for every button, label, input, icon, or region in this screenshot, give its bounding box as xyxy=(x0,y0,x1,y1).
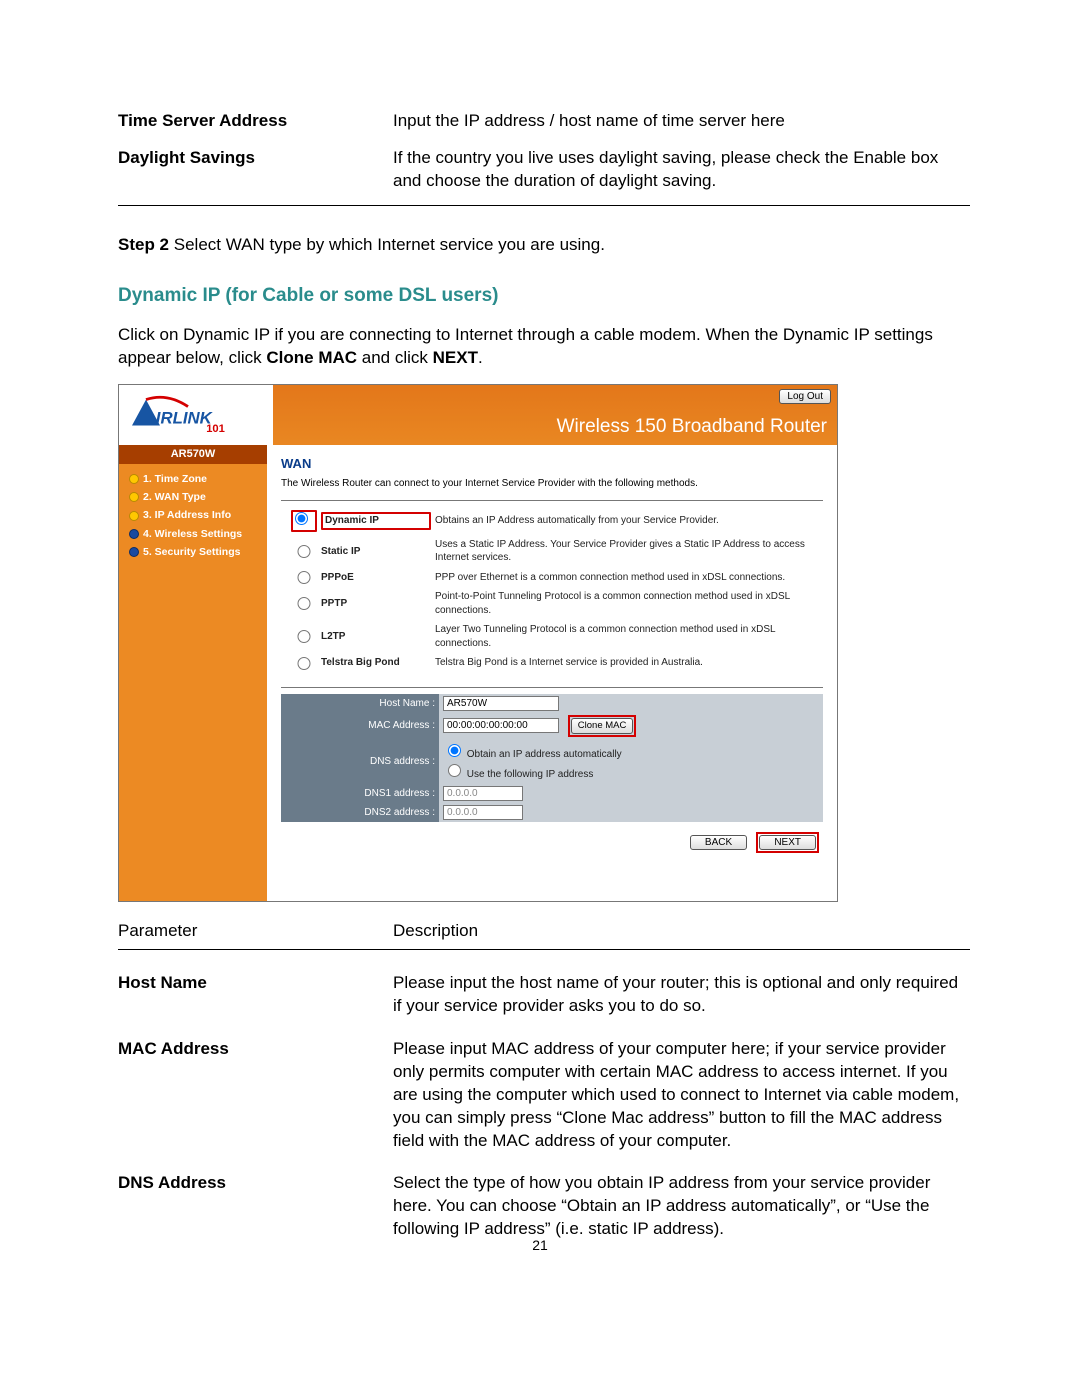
nav-security-settings[interactable]: 5. Security Settings xyxy=(129,543,267,561)
radio-l2tp[interactable] xyxy=(291,630,317,643)
wan-option-desc: Obtains an IP Address automatically from… xyxy=(435,514,813,528)
dns1-label: DNS1 address : xyxy=(281,784,439,803)
status-dot-done-icon xyxy=(129,474,139,484)
svg-text:101: 101 xyxy=(206,423,225,435)
dns-manual-label: Use the following IP address xyxy=(467,769,594,780)
nav-ip-address-info[interactable]: 3. IP Address Info xyxy=(129,506,267,524)
wan-option-desc: PPP over Ethernet is a common connection… xyxy=(435,571,813,585)
router-model: AR570W xyxy=(119,445,267,464)
param-desc-daylight: If the country you live uses daylight sa… xyxy=(393,147,970,193)
desc-divider xyxy=(118,949,970,950)
dyn-para-end: . xyxy=(478,348,483,367)
wan-option-name: Static IP xyxy=(321,545,431,559)
param-desc-time-server: Input the IP address / host name of time… xyxy=(393,110,970,133)
wan-option-name: L2TP xyxy=(321,630,431,644)
wan-option-name: PPTP xyxy=(321,597,431,611)
radio-dns-auto[interactable] xyxy=(448,744,461,757)
wan-option-l2tp[interactable]: L2TP Layer Two Tunneling Protocol is a c… xyxy=(291,620,813,653)
wan-option-desc: Layer Two Tunneling Protocol is a common… xyxy=(435,623,813,650)
dynamic-ip-paragraph: Click on Dynamic IP if you are connectin… xyxy=(118,324,970,370)
clone-mac-button[interactable]: Clone MAC xyxy=(571,718,634,734)
next-button[interactable]: NEXT xyxy=(759,835,816,850)
param-label-time-server: Time Server Address xyxy=(118,110,393,133)
mac-address-input[interactable] xyxy=(443,718,559,733)
param-desc-mac-address: Please input MAC address of your compute… xyxy=(393,1038,970,1153)
wan-option-desc: Uses a Static IP Address. Your Service P… xyxy=(435,538,813,565)
mac-address-label: MAC Address : xyxy=(281,713,439,739)
param-label-mac-address: MAC Address xyxy=(118,1038,393,1153)
nav-label: 5. Security Settings xyxy=(143,545,240,559)
param-label-daylight: Daylight Savings xyxy=(118,147,393,193)
radio-pptp[interactable] xyxy=(291,597,317,610)
config-table: Host Name : MAC Address : Clone MAC xyxy=(281,694,823,822)
router-banner-title: Wireless 150 Broadband Router xyxy=(557,414,827,440)
dyn-para-mid: and click xyxy=(357,348,433,367)
wan-option-desc: Point-to-Point Tunneling Protocol is a c… xyxy=(435,590,813,617)
step-2-instruction: Step 2 Select WAN type by which Internet… xyxy=(118,234,970,257)
column-header-parameter: Parameter xyxy=(118,920,393,943)
wan-divider xyxy=(281,687,823,688)
dns2-input[interactable] xyxy=(443,805,523,820)
nav-label: 1. Time Zone xyxy=(143,472,207,486)
dns2-label: DNS2 address : xyxy=(281,803,439,822)
status-dot-todo-icon xyxy=(129,529,139,539)
dyn-para-pre: Click on Dynamic IP if you are connectin… xyxy=(118,325,933,367)
wan-option-dynamic-ip[interactable]: Dynamic IP Obtains an IP Address automat… xyxy=(291,507,813,535)
dyn-para-next: NEXT xyxy=(433,348,478,367)
wan-option-pptp[interactable]: PPTP Point-to-Point Tunneling Protocol i… xyxy=(291,587,813,620)
back-button[interactable]: BACK xyxy=(690,835,747,850)
dynamic-ip-heading: Dynamic IP (for Cable or some DSL users) xyxy=(118,283,970,309)
nav-time-zone[interactable]: 1. Time Zone xyxy=(129,470,267,488)
param-desc-dns-address: Select the type of how you obtain IP add… xyxy=(393,1172,970,1241)
column-header-description: Description xyxy=(393,920,970,943)
svg-text:IRLINK: IRLINK xyxy=(156,409,214,428)
wan-option-pppoe[interactable]: PPPoE PPP over Ethernet is a common conn… xyxy=(291,568,813,588)
nav-label: 4. Wireless Settings xyxy=(143,527,242,541)
page-number: 21 xyxy=(0,1236,1080,1255)
wan-option-name: Telstra Big Pond xyxy=(321,656,431,670)
radio-pppoe[interactable] xyxy=(291,571,317,584)
radio-dns-manual[interactable] xyxy=(448,764,461,777)
dns-manual-option[interactable]: Use the following IP address xyxy=(443,769,593,780)
wan-panel: WAN The Wireless Router can connect to y… xyxy=(267,445,837,901)
status-dot-done-icon xyxy=(129,492,139,502)
divider xyxy=(118,205,970,206)
status-dot-todo-icon xyxy=(129,547,139,557)
step-2-label: Step 2 xyxy=(118,235,169,254)
dyn-para-clone-mac: Clone MAC xyxy=(266,348,357,367)
wan-heading: WAN xyxy=(281,455,823,473)
nav-label: 2. WAN Type xyxy=(143,490,206,504)
wan-option-name: Dynamic IP xyxy=(321,512,431,530)
status-dot-done-icon xyxy=(129,511,139,521)
wizard-sidebar: AR570W 1. Time Zone 2. WAN Type 3. IP Ad… xyxy=(119,445,267,901)
wan-option-static-ip[interactable]: Static IP Uses a Static IP Address. Your… xyxy=(291,535,813,568)
airlink-logo: IRLINK 101 xyxy=(119,385,273,445)
host-name-label: Host Name : xyxy=(281,694,439,713)
wan-divider xyxy=(281,500,823,501)
step-2-text: Select WAN type by which Internet servic… xyxy=(169,235,605,254)
radio-telstra[interactable] xyxy=(291,657,317,670)
nav-wan-type[interactable]: 2. WAN Type xyxy=(129,488,267,506)
dns-auto-label: Obtain an IP address automatically xyxy=(467,749,622,760)
wan-option-name: PPPoE xyxy=(321,571,431,585)
router-admin-screenshot: IRLINK 101 Log Out Wireless 150 Broadban… xyxy=(118,384,838,902)
radio-dynamic-ip[interactable] xyxy=(295,512,308,525)
wan-option-telstra[interactable]: Telstra Big Pond Telstra Big Pond is a I… xyxy=(291,653,813,673)
host-name-input[interactable] xyxy=(443,696,559,711)
nav-wireless-settings[interactable]: 4. Wireless Settings xyxy=(129,525,267,543)
wan-option-desc: Telstra Big Pond is a Internet service i… xyxy=(435,656,813,670)
dns-address-label: DNS address : xyxy=(281,739,439,784)
wan-intro-text: The Wireless Router can connect to your … xyxy=(281,477,823,491)
dns1-input[interactable] xyxy=(443,786,523,801)
param-label-host-name: Host Name xyxy=(118,972,393,1018)
radio-static-ip[interactable] xyxy=(291,545,317,558)
param-desc-host-name: Please input the host name of your route… xyxy=(393,972,970,1018)
param-label-dns-address: DNS Address xyxy=(118,1172,393,1241)
nav-label: 3. IP Address Info xyxy=(143,508,231,522)
dns-auto-option[interactable]: Obtain an IP address automatically xyxy=(443,749,622,760)
logout-button[interactable]: Log Out xyxy=(779,389,831,404)
router-banner: Log Out Wireless 150 Broadband Router xyxy=(273,385,837,445)
